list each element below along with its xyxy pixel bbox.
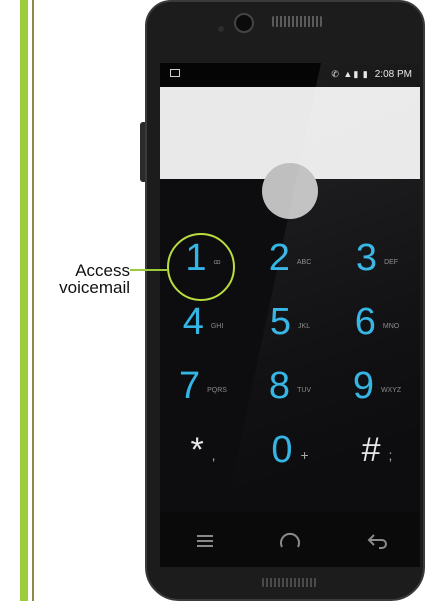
key-letters: TUV <box>297 386 312 394</box>
key-digit: 7 <box>179 365 201 407</box>
home-glyph <box>280 532 300 548</box>
key-digit: 5 <box>269 301 292 343</box>
key-0[interactable]: 0 + <box>247 419 333 481</box>
key-digit: 9 <box>352 365 374 407</box>
key-digit: 4 <box>182 301 204 343</box>
status-icons: ✆ ▲▮ ▮ <box>331 69 369 79</box>
key-6[interactable]: 6 MNO <box>334 291 420 353</box>
key-letters: JKL <box>298 322 311 330</box>
status-bar: ✆ ▲▮ ▮ 2:08 PM <box>160 63 420 87</box>
key-letters: PQRS <box>207 386 227 394</box>
key-letters: ABC <box>296 258 312 266</box>
key-sub: ; <box>388 447 393 463</box>
key-digit: 8 <box>268 365 291 407</box>
phone-screen: ✆ ▲▮ ▮ 2:08 PM 1 ꝏ 2 ABC 3 DEF 4 GHI 5 J… <box>160 63 420 567</box>
callout-line-1: Access <box>75 261 130 280</box>
key-symbol: * <box>190 431 204 469</box>
key-sub: + <box>300 447 309 463</box>
front-camera <box>234 13 254 33</box>
key-pound[interactable]: # ; <box>334 419 420 481</box>
side-accent-bar <box>20 0 28 601</box>
key-digit: 0 <box>271 429 293 471</box>
key-letters: DEF <box>384 258 399 266</box>
voicemail-callout-circle <box>167 233 235 301</box>
key-3[interactable]: 3 DEF <box>334 227 420 289</box>
status-time: 2:08 PM <box>374 69 412 80</box>
key-letters: MNO <box>382 322 400 330</box>
home-icon[interactable] <box>275 528 305 554</box>
key-9[interactable]: 9 WXYZ <box>334 355 420 417</box>
key-star[interactable]: * , <box>160 419 246 481</box>
key-sub: , <box>211 447 216 463</box>
callout-line-2: voicemail <box>59 278 130 297</box>
key-digit: 2 <box>268 237 290 279</box>
callout-leader-line <box>130 269 168 271</box>
navigation-bar <box>160 512 420 567</box>
key-digit: 3 <box>355 237 378 279</box>
bottom-speaker <box>262 578 318 587</box>
key-8[interactable]: 8 TUV <box>247 355 333 417</box>
key-2[interactable]: 2 ABC <box>247 227 333 289</box>
notification-icon <box>170 69 180 77</box>
key-symbol: # <box>361 431 381 469</box>
key-letters: GHI <box>210 322 224 330</box>
key-digit: 6 <box>354 301 376 343</box>
key-letters: WXYZ <box>380 386 402 394</box>
earpiece-speaker <box>272 16 322 27</box>
status-right: ✆ ▲▮ ▮ 2:08 PM <box>331 69 412 80</box>
voicemail-callout-label: Access voicemail <box>50 262 130 296</box>
back-icon[interactable] <box>363 528 393 554</box>
sensor-dot <box>218 26 224 32</box>
key-7[interactable]: 7 PQRS <box>160 355 246 417</box>
key-5[interactable]: 5 JKL <box>247 291 333 353</box>
recent-apps-glyph <box>197 535 213 547</box>
recent-apps-icon[interactable] <box>190 528 220 554</box>
side-divider-line <box>32 0 34 601</box>
back-glyph <box>367 534 387 549</box>
